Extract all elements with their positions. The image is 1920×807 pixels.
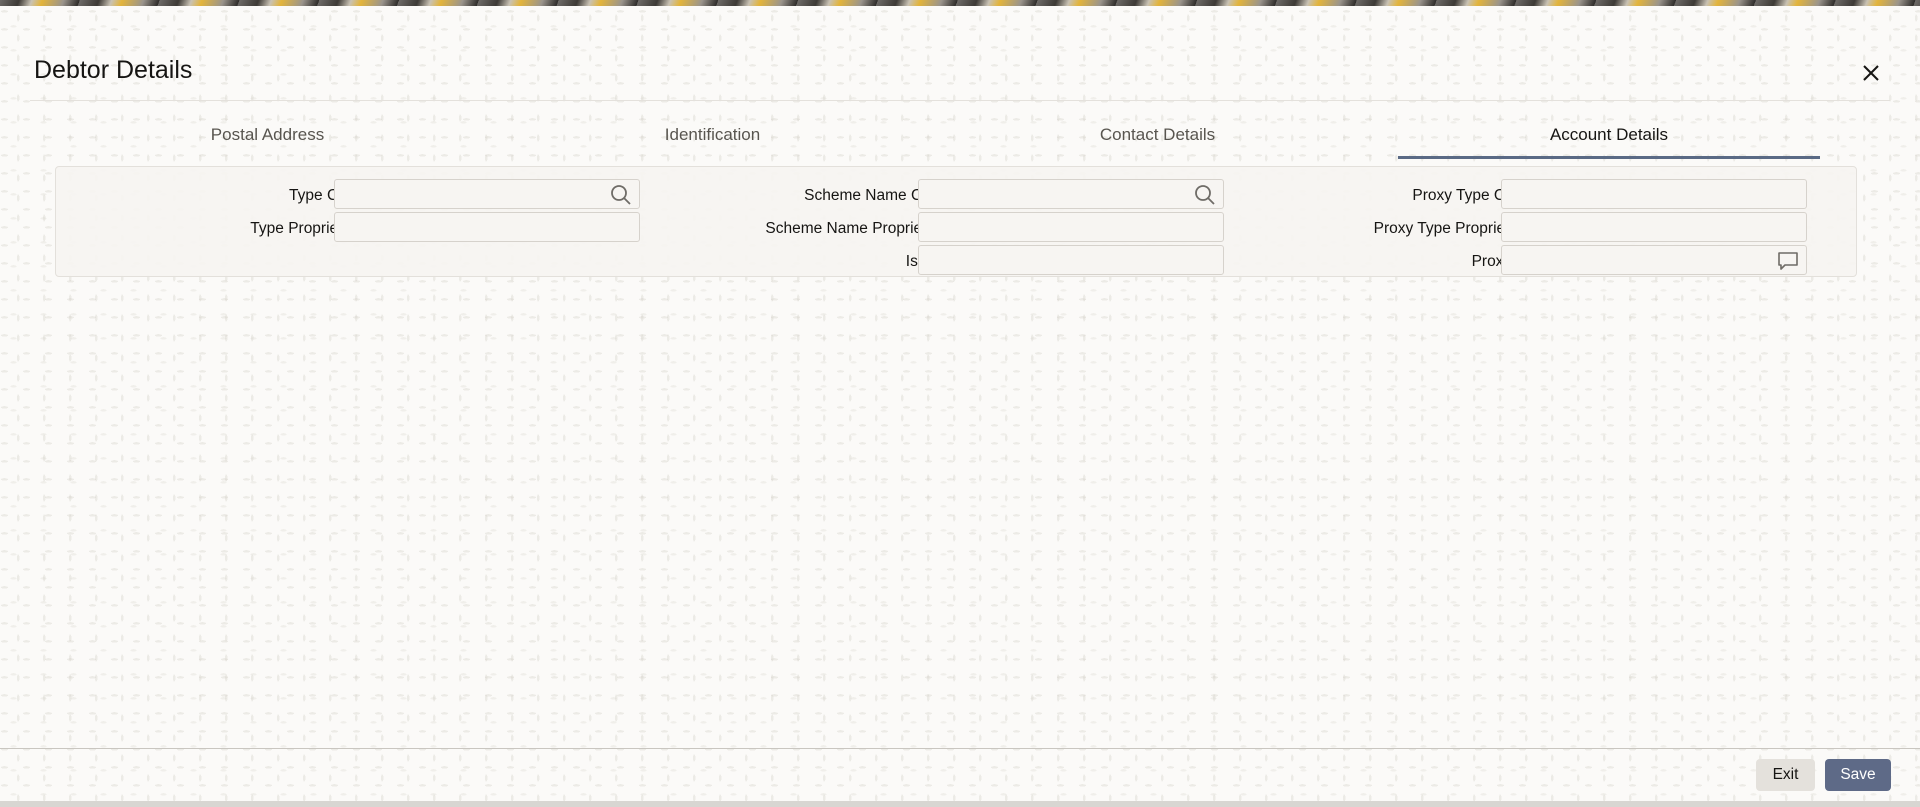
- footer-divider: [0, 748, 1920, 749]
- window-bottom-border: [0, 801, 1920, 807]
- tab-identification[interactable]: Identification: [585, 118, 840, 156]
- proxy-id-narrative-button[interactable]: [1776, 249, 1800, 273]
- issuer-field: [918, 245, 1224, 275]
- scheme-name-code-field: [918, 179, 1224, 209]
- scheme-name-code-input[interactable]: [919, 180, 1223, 208]
- proxy-id-field: [1501, 245, 1807, 275]
- save-button[interactable]: Save: [1825, 759, 1891, 791]
- issuer-input[interactable]: [919, 246, 1223, 274]
- scheme-name-proprietary-input[interactable]: [919, 213, 1223, 241]
- speech-bubble-icon: [1778, 252, 1798, 270]
- tab-contact-details[interactable]: Contact Details: [1030, 118, 1285, 156]
- type-code-input[interactable]: [335, 180, 639, 208]
- proxy-type-proprietary-input[interactable]: [1502, 213, 1806, 241]
- dialog-title: Debtor Details: [34, 56, 193, 84]
- type-code-lookup-button[interactable]: [609, 183, 633, 207]
- scheme-name-proprietary-field: [918, 212, 1224, 242]
- scheme-name-code-lookup-button[interactable]: [1193, 183, 1217, 207]
- proxy-id-input[interactable]: [1502, 246, 1806, 274]
- proxy-type-proprietary-field: [1501, 212, 1807, 242]
- account-details-panel: Type Code Type Proprietary Scheme Name C…: [55, 166, 1857, 277]
- proxy-type-code-input[interactable]: [1502, 180, 1806, 208]
- type-proprietary-input[interactable]: [335, 213, 639, 241]
- exit-button[interactable]: Exit: [1756, 759, 1815, 791]
- tab-postal-address[interactable]: Postal Address: [140, 118, 395, 156]
- search-icon: [1195, 185, 1215, 205]
- search-icon: [611, 185, 631, 205]
- close-button[interactable]: [1858, 60, 1884, 86]
- type-code-field: [334, 179, 640, 209]
- close-icon: [1863, 65, 1879, 81]
- type-proprietary-field: [334, 212, 640, 242]
- debtor-details-dialog: Debtor Details Postal Address Identifica…: [0, 6, 1920, 801]
- proxy-type-code-field: [1501, 179, 1807, 209]
- tab-account-details[interactable]: Account Details: [1398, 118, 1820, 159]
- tab-bar: Postal Address Identification Contact De…: [0, 118, 1920, 159]
- header-divider: [30, 100, 1890, 101]
